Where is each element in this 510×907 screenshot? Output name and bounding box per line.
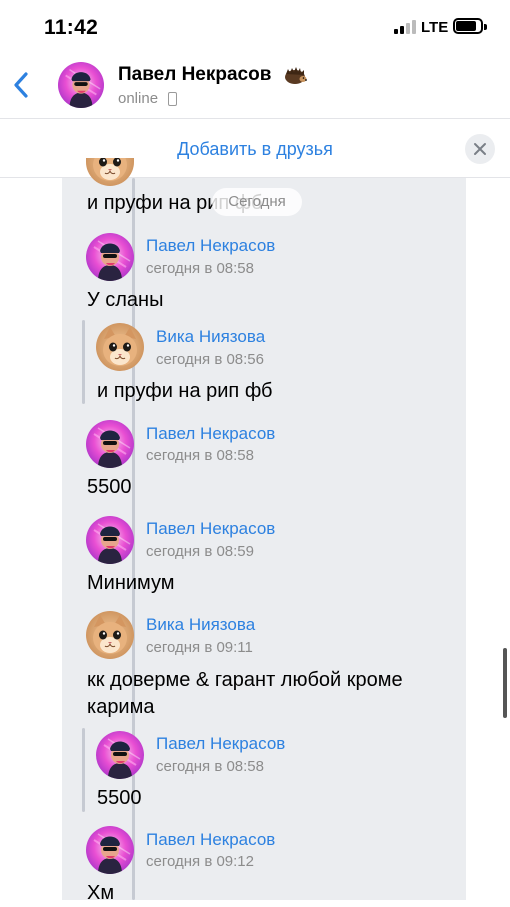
avatar[interactable] (96, 731, 144, 779)
signal-icon (394, 20, 416, 34)
avatar[interactable] (58, 62, 104, 108)
online-status: online (118, 90, 159, 107)
contact-name[interactable]: Павел Некрасов (118, 64, 271, 86)
message-author[interactable]: Павел Некрасов (146, 830, 275, 850)
message-author[interactable]: Вика Ниязова (146, 615, 255, 635)
message-author[interactable]: Павел Некрасов (146, 236, 275, 256)
nested-forward-bar (82, 728, 85, 812)
network-type: LTE (421, 19, 449, 36)
back-icon[interactable] (10, 68, 36, 102)
battery-icon (453, 18, 487, 34)
message-author[interactable]: Вика Ниязова (156, 327, 265, 347)
message-time: сегодня в 08:58 (146, 260, 254, 277)
message-text: кк доверме & гарант любой кроме (87, 669, 403, 691)
message-time: сегодня в 08:58 (146, 447, 254, 464)
avatar[interactable] (86, 420, 134, 468)
status-bar: 11:42 LTE (0, 0, 510, 52)
avatar[interactable] (96, 323, 144, 371)
message-text: Минимум (87, 572, 175, 594)
message-text-continued: карима (87, 696, 155, 718)
date-pill: Сегодня (212, 188, 302, 216)
nested-forward-bar (82, 320, 85, 404)
message-time: сегодня в 08:56 (156, 351, 264, 368)
add-friend-button[interactable]: Добавить в друзья (0, 139, 510, 160)
message-time: сегодня в 08:58 (156, 758, 264, 775)
status-time: 11:42 (44, 16, 99, 39)
chat-header: Павел Некрасов online (0, 52, 510, 118)
avatar[interactable] (86, 611, 134, 659)
hedgehog-icon (283, 66, 307, 86)
mobile-icon (168, 92, 177, 106)
message-author[interactable]: Павел Некрасов (156, 734, 285, 754)
avatar[interactable] (86, 233, 134, 281)
message-time: сегодня в 08:59 (146, 543, 254, 560)
avatar[interactable] (86, 826, 134, 874)
message-time: сегодня в 09:11 (146, 639, 253, 656)
message-author[interactable]: Павел Некрасов (146, 519, 275, 539)
add-friend-bar: Добавить в друзья (0, 118, 510, 178)
message-text: Хм (87, 882, 115, 904)
message-text: 5500 (97, 787, 142, 809)
message-author[interactable]: Павел Некрасов (146, 424, 275, 444)
scrollbar[interactable] (503, 648, 507, 718)
close-icon (474, 143, 486, 155)
message-text: и пруфи на рип фб (97, 380, 273, 402)
message-text: У сланы (87, 289, 164, 311)
message-time: сегодня в 09:12 (146, 853, 254, 870)
avatar[interactable] (86, 516, 134, 564)
close-button[interactable] (465, 134, 495, 164)
message-text: 5500 (87, 476, 132, 498)
